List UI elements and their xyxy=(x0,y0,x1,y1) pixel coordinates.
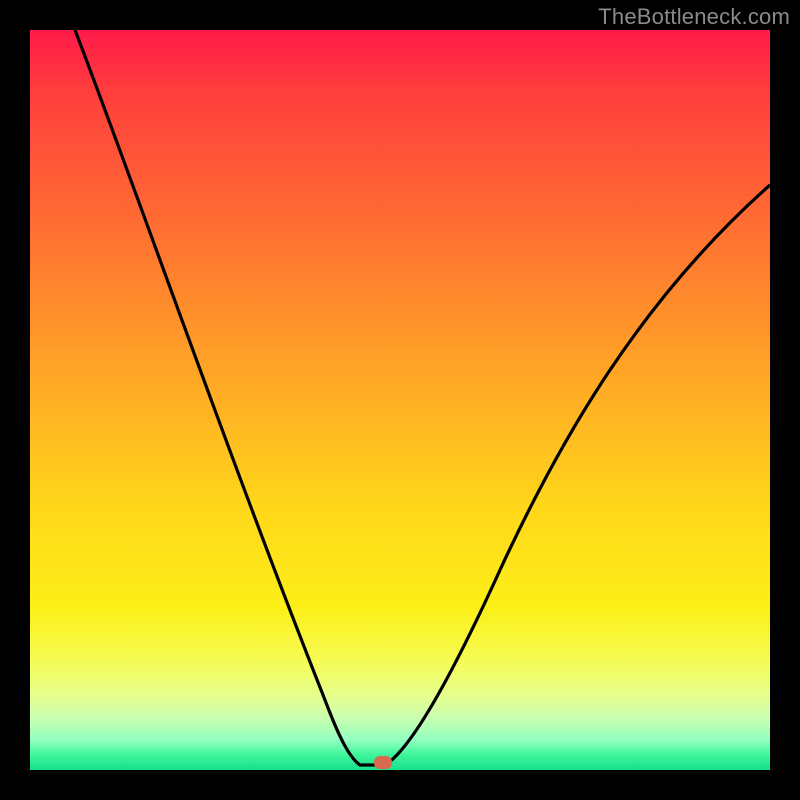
watermark-text: TheBottleneck.com xyxy=(598,4,790,30)
curve-right-branch xyxy=(385,185,770,765)
bottleneck-curve xyxy=(30,30,770,770)
curve-left-branch xyxy=(75,30,385,765)
plot-area xyxy=(30,30,770,770)
minimum-marker xyxy=(374,756,392,769)
